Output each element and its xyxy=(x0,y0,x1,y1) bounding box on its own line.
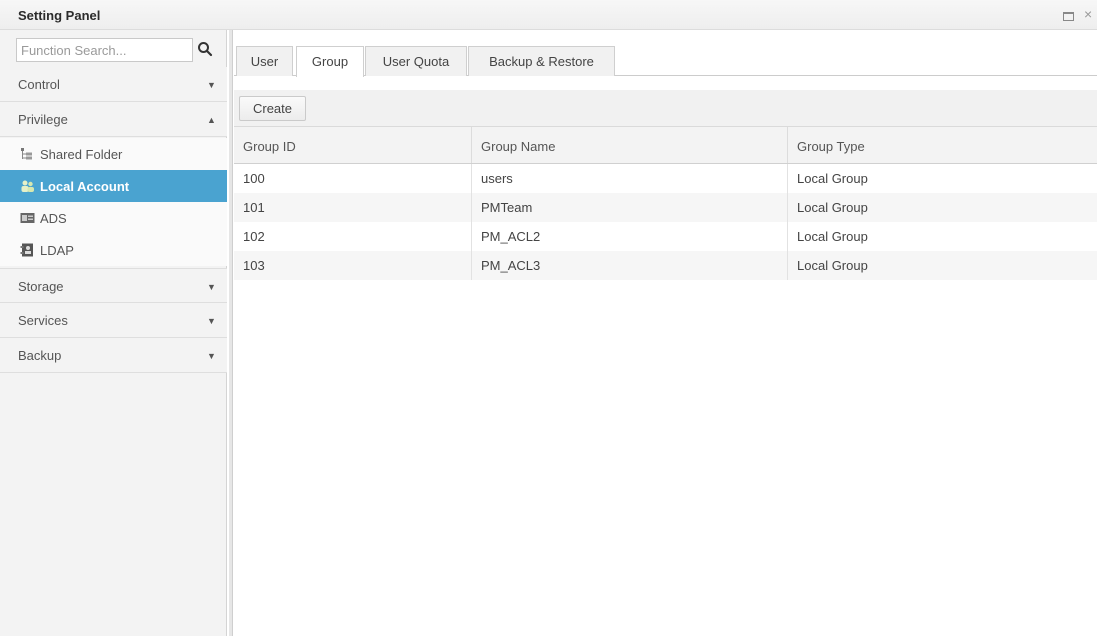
cell-divider xyxy=(471,251,472,280)
cell-group-name: PM_ACL2 xyxy=(481,229,541,244)
sidebar-category-services[interactable]: Services ▼ xyxy=(0,303,227,338)
table-row[interactable]: 101 PMTeam Local Group xyxy=(234,193,1097,222)
sidebar-item-label: LDAP xyxy=(40,243,74,258)
close-icon[interactable]: × xyxy=(1084,7,1092,21)
sidebar-category-label: Control xyxy=(18,77,60,92)
table-row[interactable]: 103 PM_ACL3 Local Group xyxy=(234,251,1097,280)
cell-divider xyxy=(787,222,788,251)
tab-user[interactable]: User xyxy=(236,46,293,76)
column-header-group-type[interactable]: Group Type xyxy=(797,139,865,154)
sidebar-category-storage[interactable]: Storage ▼ xyxy=(0,268,227,303)
create-button[interactable]: Create xyxy=(239,96,306,121)
ads-card-icon xyxy=(20,213,35,223)
ldap-directory-icon xyxy=(20,243,33,257)
sidebar-item-label: Local Account xyxy=(40,179,130,194)
sidebar-item-label: ADS xyxy=(40,211,67,226)
cell-group-name: PMTeam xyxy=(481,200,533,215)
table-header: Group ID Group Name Group Type xyxy=(234,126,1097,164)
search-icon[interactable] xyxy=(197,41,213,57)
sidebar-category-label: Services xyxy=(18,313,68,328)
cell-group-name: users xyxy=(481,171,513,186)
tab-user-quota[interactable]: User Quota xyxy=(365,46,467,76)
sidebar-category-label: Storage xyxy=(18,279,64,294)
cell-divider xyxy=(787,193,788,222)
column-divider[interactable] xyxy=(471,127,472,163)
cell-group-id: 101 xyxy=(243,200,265,215)
window-titlebar: Setting Panel × xyxy=(0,0,1097,30)
cell-group-type: Local Group xyxy=(797,229,868,244)
tab-group[interactable]: Group xyxy=(296,46,364,77)
table-row[interactable]: 102 PM_ACL2 Local Group xyxy=(234,222,1097,251)
cell-group-id: 100 xyxy=(243,171,265,186)
function-search-box xyxy=(16,38,193,62)
table-row[interactable]: 100 users Local Group xyxy=(234,164,1097,193)
sidebar-category-label: Privilege xyxy=(18,112,68,127)
cell-divider xyxy=(471,164,472,193)
cell-group-type: Local Group xyxy=(797,200,868,215)
restore-icon[interactable] xyxy=(1063,12,1074,21)
cell-group-name: PM_ACL3 xyxy=(481,258,541,273)
column-header-group-name[interactable]: Group Name xyxy=(481,139,555,154)
sidebar-item-shared-folder[interactable]: Shared Folder xyxy=(0,138,227,170)
folder-tree-icon xyxy=(21,148,32,160)
main-panel: User Group User Quota Backup & Restore C… xyxy=(234,30,1097,636)
users-icon xyxy=(21,180,34,192)
sidebar-item-local-account[interactable]: Local Account xyxy=(0,170,227,202)
chevron-up-icon: ▲ xyxy=(207,115,216,125)
tab-bar: User Group User Quota Backup & Restore xyxy=(234,44,1097,77)
cell-divider xyxy=(787,251,788,280)
column-header-group-id[interactable]: Group ID xyxy=(243,139,296,154)
chevron-down-icon: ▼ xyxy=(207,316,216,326)
cell-group-id: 103 xyxy=(243,258,265,273)
chevron-down-icon: ▼ xyxy=(207,282,216,292)
sidebar-category-control[interactable]: Control ▼ xyxy=(0,67,227,102)
sidebar-item-ads[interactable]: ADS xyxy=(0,202,227,234)
cell-divider xyxy=(471,193,472,222)
column-divider[interactable] xyxy=(787,127,788,163)
cell-group-type: Local Group xyxy=(797,258,868,273)
sidebar-item-ldap[interactable]: LDAP xyxy=(0,234,227,266)
sidebar-resize-handle[interactable] xyxy=(229,30,233,636)
cell-divider xyxy=(471,222,472,251)
chevron-down-icon: ▼ xyxy=(207,351,216,361)
function-search-input[interactable] xyxy=(17,39,192,61)
toolbar: Create xyxy=(234,90,1097,126)
sidebar-category-privilege[interactable]: Privilege ▲ xyxy=(0,102,227,137)
cell-divider xyxy=(787,164,788,193)
sidebar-item-label: Shared Folder xyxy=(40,147,123,162)
cell-group-id: 102 xyxy=(243,229,265,244)
window-title: Setting Panel xyxy=(18,8,101,23)
sidebar-category-label: Backup xyxy=(18,348,62,363)
chevron-down-icon: ▼ xyxy=(207,80,216,90)
cell-group-type: Local Group xyxy=(797,171,868,186)
sidebar: Control ▼ Privilege ▲ Shared Folder Loca… xyxy=(0,30,227,636)
sidebar-category-backup[interactable]: Backup ▼ xyxy=(0,338,227,373)
group-table: Group ID Group Name Group Type 100 users… xyxy=(234,126,1097,280)
tab-backup-restore[interactable]: Backup & Restore xyxy=(468,46,615,76)
